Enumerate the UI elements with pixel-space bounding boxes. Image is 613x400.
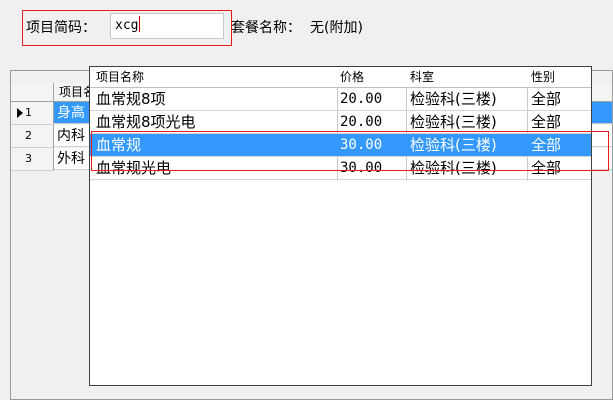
item-code-input[interactable]: xcg — [110, 13, 224, 39]
item-code-value: xcg — [115, 18, 139, 33]
popup-row[interactable]: 血常规光电 30.00 检验科(三楼) 全部 — [90, 157, 591, 180]
item-lookup-popup[interactable]: 项目名称 价格 科室 性别 血常规8项 20.00 检验科(三楼) 全部 血常规… — [89, 66, 592, 386]
row-number: 2 — [25, 129, 32, 142]
cell-dept: 检验科(三楼) — [410, 159, 497, 177]
cell-dept: 检验科(三楼) — [410, 90, 497, 108]
row-number: 1 — [25, 106, 32, 119]
cell-gender: 全部 — [531, 136, 562, 154]
popup-header: 项目名称 价格 科室 性别 — [90, 67, 591, 88]
cell-gender: 全部 — [531, 113, 562, 131]
cell-price: 30.00 — [340, 137, 383, 153]
row-header[interactable]: 1 — [11, 102, 54, 125]
cell-price: 20.00 — [340, 91, 383, 107]
column-header-price[interactable]: 价格 — [340, 69, 364, 85]
cell-name: 血常规8项光电 — [96, 113, 196, 131]
cell-name: 血常规光电 — [96, 159, 172, 177]
cell-price: 20.00 — [340, 114, 383, 130]
popup-row-selected[interactable]: 血常规 30.00 检验科(三楼) 全部 — [90, 134, 591, 157]
text-caret — [139, 16, 141, 32]
item-code-label: 项目简码： — [26, 20, 96, 36]
popup-row[interactable]: 血常规8项光电 20.00 检验科(三楼) 全部 — [90, 111, 591, 134]
cell-price: 30.00 — [340, 160, 383, 176]
package-name-label: 套餐名称： — [231, 20, 301, 36]
grid-header-corner — [11, 83, 54, 101]
package-name-value: 无(附加) — [310, 20, 363, 36]
row-number: 3 — [25, 152, 32, 165]
cell-gender: 全部 — [531, 159, 562, 177]
cell-gender: 全部 — [531, 90, 562, 108]
popup-row[interactable]: 血常规8项 20.00 检验科(三楼) 全部 — [90, 88, 591, 111]
column-header-dept[interactable]: 科室 — [410, 69, 434, 85]
cell-dept: 检验科(三楼) — [410, 113, 497, 131]
row-header[interactable]: 2 — [11, 125, 54, 148]
column-header-name[interactable]: 项目名称 — [96, 69, 144, 85]
current-row-arrow-icon — [17, 108, 23, 118]
cell-name: 血常规8项 — [96, 90, 166, 108]
column-header-gender[interactable]: 性别 — [531, 69, 555, 85]
row-header[interactable]: 3 — [11, 148, 54, 171]
cell-dept: 检验科(三楼) — [410, 136, 497, 154]
cell-name: 血常规 — [96, 136, 142, 154]
